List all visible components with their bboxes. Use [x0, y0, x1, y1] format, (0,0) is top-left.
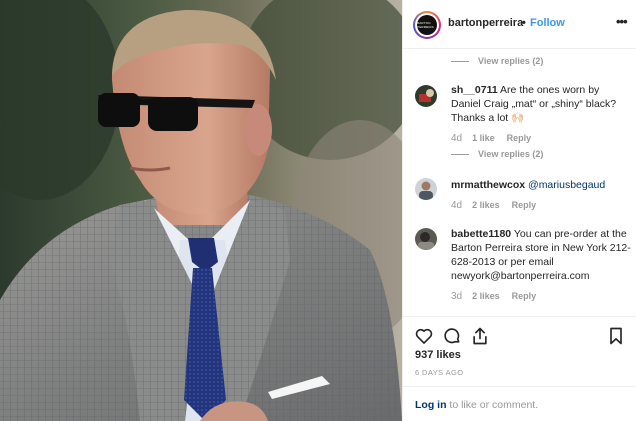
bookmark-icon[interactable] [606, 326, 626, 346]
post-actions: 937 likes 6 DAYS AGO Log in to like or c… [403, 316, 636, 421]
profile-avatar[interactable]: BARTON PERREIRA [413, 11, 441, 39]
post-sidebar: BARTON PERREIRA bartonperreira • Follow … [402, 0, 636, 421]
view-replies-button[interactable]: View replies (2) [451, 149, 543, 159]
more-options-icon[interactable]: ••• [616, 14, 628, 29]
commenter-avatar[interactable] [415, 85, 437, 107]
comment-text: mrmatthewcox @mariusbegaud [451, 178, 631, 192]
comment-likes[interactable]: 2 likes [472, 200, 500, 210]
comment-username[interactable]: sh__0711 [451, 84, 498, 96]
reply-button[interactable]: Reply [512, 200, 537, 210]
instagram-post: BARTON PERREIRA bartonperreira • Follow … [0, 0, 636, 421]
comments-list[interactable]: View replies (2) sh__0711 Are the ones w… [403, 50, 636, 316]
avatar-logo: BARTON PERREIRA [417, 15, 437, 35]
login-prompt: Log in to like or comment. [415, 399, 539, 411]
comment-meta: 4d 2 likes Reply [451, 200, 536, 211]
comment-text: babette1180 You can pre-order at the Bar… [451, 228, 631, 282]
login-link[interactable]: Log in [415, 399, 447, 411]
photo-illustration [0, 0, 402, 421]
divider-line [451, 61, 469, 63]
commenter-avatar[interactable] [415, 178, 437, 200]
heart-icon[interactable] [414, 326, 434, 346]
reply-button[interactable]: Reply [507, 133, 532, 143]
separator-dot: • [522, 17, 526, 29]
comment-likes[interactable]: 1 like [472, 133, 495, 143]
mention-link[interactable]: @mariusbegaud [528, 179, 605, 191]
comment-age[interactable]: 4d [451, 133, 462, 144]
comment-icon[interactable] [442, 326, 462, 346]
comment-age[interactable]: 4d [451, 200, 462, 211]
post-header: BARTON PERREIRA bartonperreira • Follow … [403, 0, 636, 49]
avatar-image [415, 85, 437, 107]
avatar-image [415, 228, 437, 250]
reply-button[interactable]: Reply [512, 291, 537, 301]
post-photo[interactable] [0, 0, 402, 421]
comment-username[interactable]: babette1180 [451, 228, 511, 240]
avatar-image [415, 178, 437, 200]
comment-age[interactable]: 3d [451, 291, 462, 302]
comment-meta: 4d 1 like Reply [451, 133, 531, 144]
likes-count[interactable]: 937 likes [415, 349, 461, 361]
comment-meta: 3d 2 likes Reply [451, 291, 536, 302]
post-date: 6 DAYS AGO [415, 368, 464, 377]
commenter-avatar[interactable] [415, 228, 437, 250]
follow-button[interactable]: Follow [530, 17, 565, 29]
view-replies-button[interactable]: View replies (2) [451, 56, 543, 66]
username-link[interactable]: bartonperreira [448, 17, 523, 29]
comment-text: sh__0711 Are the ones worn by Daniel Cra… [451, 84, 617, 124]
share-icon[interactable] [470, 326, 490, 346]
login-bar: Log in to like or comment. [403, 386, 636, 421]
divider-line [451, 154, 469, 156]
comment-likes[interactable]: 2 likes [472, 291, 500, 301]
comment-username[interactable]: mrmatthewcox [451, 179, 525, 191]
